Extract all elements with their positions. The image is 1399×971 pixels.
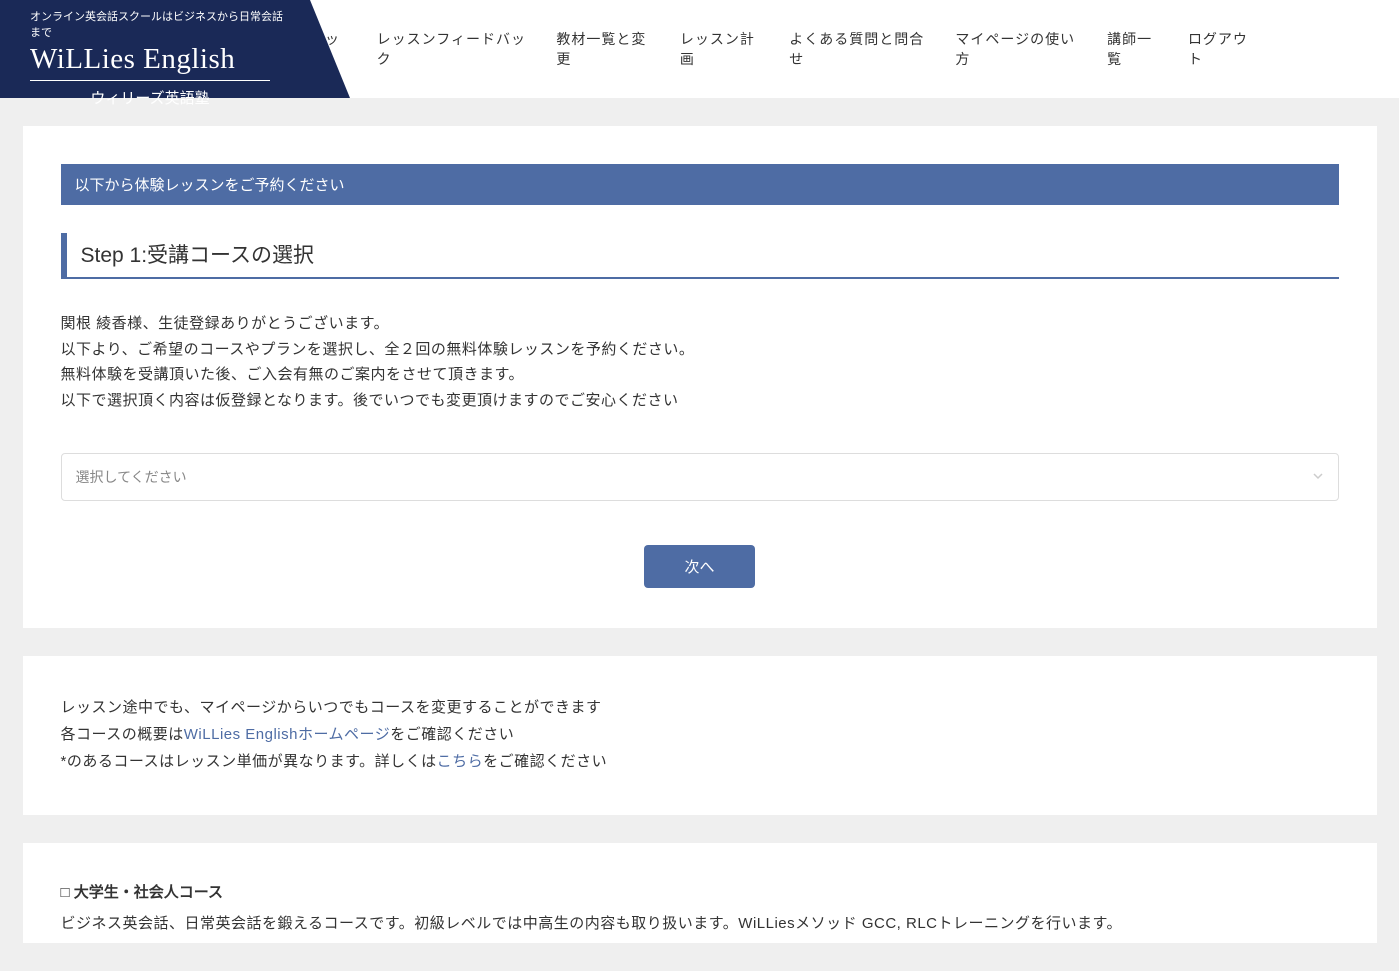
chevron-down-icon xyxy=(1312,470,1324,485)
course-select[interactable]: 選択してください xyxy=(61,453,1339,501)
logo-tagline: オンライン英会話スクールはビジネスから日常会話まで xyxy=(30,8,286,40)
nav-materials[interactable]: 教材一覧と変更 xyxy=(556,29,656,69)
nav-tutors[interactable]: 講師一覧 xyxy=(1107,29,1164,69)
nav-logout[interactable]: ログアウト xyxy=(1188,29,1259,69)
details-link[interactable]: こちら xyxy=(437,753,484,770)
course-title: □ 大学生・社会人コース xyxy=(61,881,1339,902)
nav-mypage[interactable]: マイページの使い方 xyxy=(955,29,1083,69)
course-select-wrap: 選択してください xyxy=(61,453,1339,501)
course-description: ビジネス英会話、日常英会話を鍛えるコースです。初級レベルでは中高生の内容も取り扱… xyxy=(61,912,1339,933)
info-card: レッスン途中でも、マイページからいつでもコースを変更することができます 各コース… xyxy=(23,656,1377,815)
info-line: *のあるコースはレッスン単価が異なります。詳しくはこちらをご確認ください xyxy=(61,748,1339,775)
logo-subtext: ウィリーズ英語塾 xyxy=(30,87,270,108)
logo-divider xyxy=(30,80,270,81)
main-nav: トップ レッスンフィードバック 教材一覧と変更 レッスン計画 よくある質問と問合… xyxy=(310,0,1399,98)
msg-line: 以下で選択頂く内容は仮登録となります。後でいつでも変更頂けますのでご安心ください xyxy=(61,388,1339,414)
header: オンライン英会話スクールはビジネスから日常会話まで WiLLies Englis… xyxy=(0,0,1399,98)
info-line: レッスン途中でも、マイページからいつでもコースを変更することができます xyxy=(61,694,1339,721)
nav-plan[interactable]: レッスン計画 xyxy=(680,29,765,69)
nav-feedback[interactable]: レッスンフィードバック xyxy=(377,29,533,69)
next-button[interactable]: 次へ xyxy=(644,545,754,588)
logo-text: WiLLies English xyxy=(30,43,286,76)
button-row: 次へ xyxy=(61,545,1339,588)
step-card: 以下から体験レッスンをご予約ください Step 1:受講コースの選択 関根 綾香… xyxy=(23,126,1377,628)
course-card: □ 大学生・社会人コース ビジネス英会話、日常英会話を鍛えるコースです。初級レベ… xyxy=(23,843,1377,943)
msg-line: 関根 綾香様、生徒登録ありがとうございます。 xyxy=(61,311,1339,337)
info-block: レッスン途中でも、マイページからいつでもコースを変更することができます 各コース… xyxy=(61,694,1339,775)
banner: 以下から体験レッスンをご予約ください xyxy=(61,164,1339,205)
msg-line: 無料体験を受講頂いた後、ご入会有無のご案内をさせて頂きます。 xyxy=(61,362,1339,388)
logo[interactable]: オンライン英会話スクールはビジネスから日常会話まで WiLLies Englis… xyxy=(0,0,310,98)
message-block: 関根 綾香様、生徒登録ありがとうございます。 以下より、ご希望のコースやプランを… xyxy=(61,311,1339,413)
nav-faq[interactable]: よくある質問と問合せ xyxy=(789,29,931,69)
select-placeholder: 選択してください xyxy=(76,467,187,487)
info-line: 各コースの概要はWiLLies Englishホームページをご確認ください xyxy=(61,721,1339,748)
step-heading: Step 1:受講コースの選択 xyxy=(61,233,1339,279)
homepage-link[interactable]: WiLLies Englishホームページ xyxy=(184,726,390,743)
msg-line: 以下より、ご希望のコースやプランを選択し、全２回の無料体験レッスンを予約ください… xyxy=(61,337,1339,363)
